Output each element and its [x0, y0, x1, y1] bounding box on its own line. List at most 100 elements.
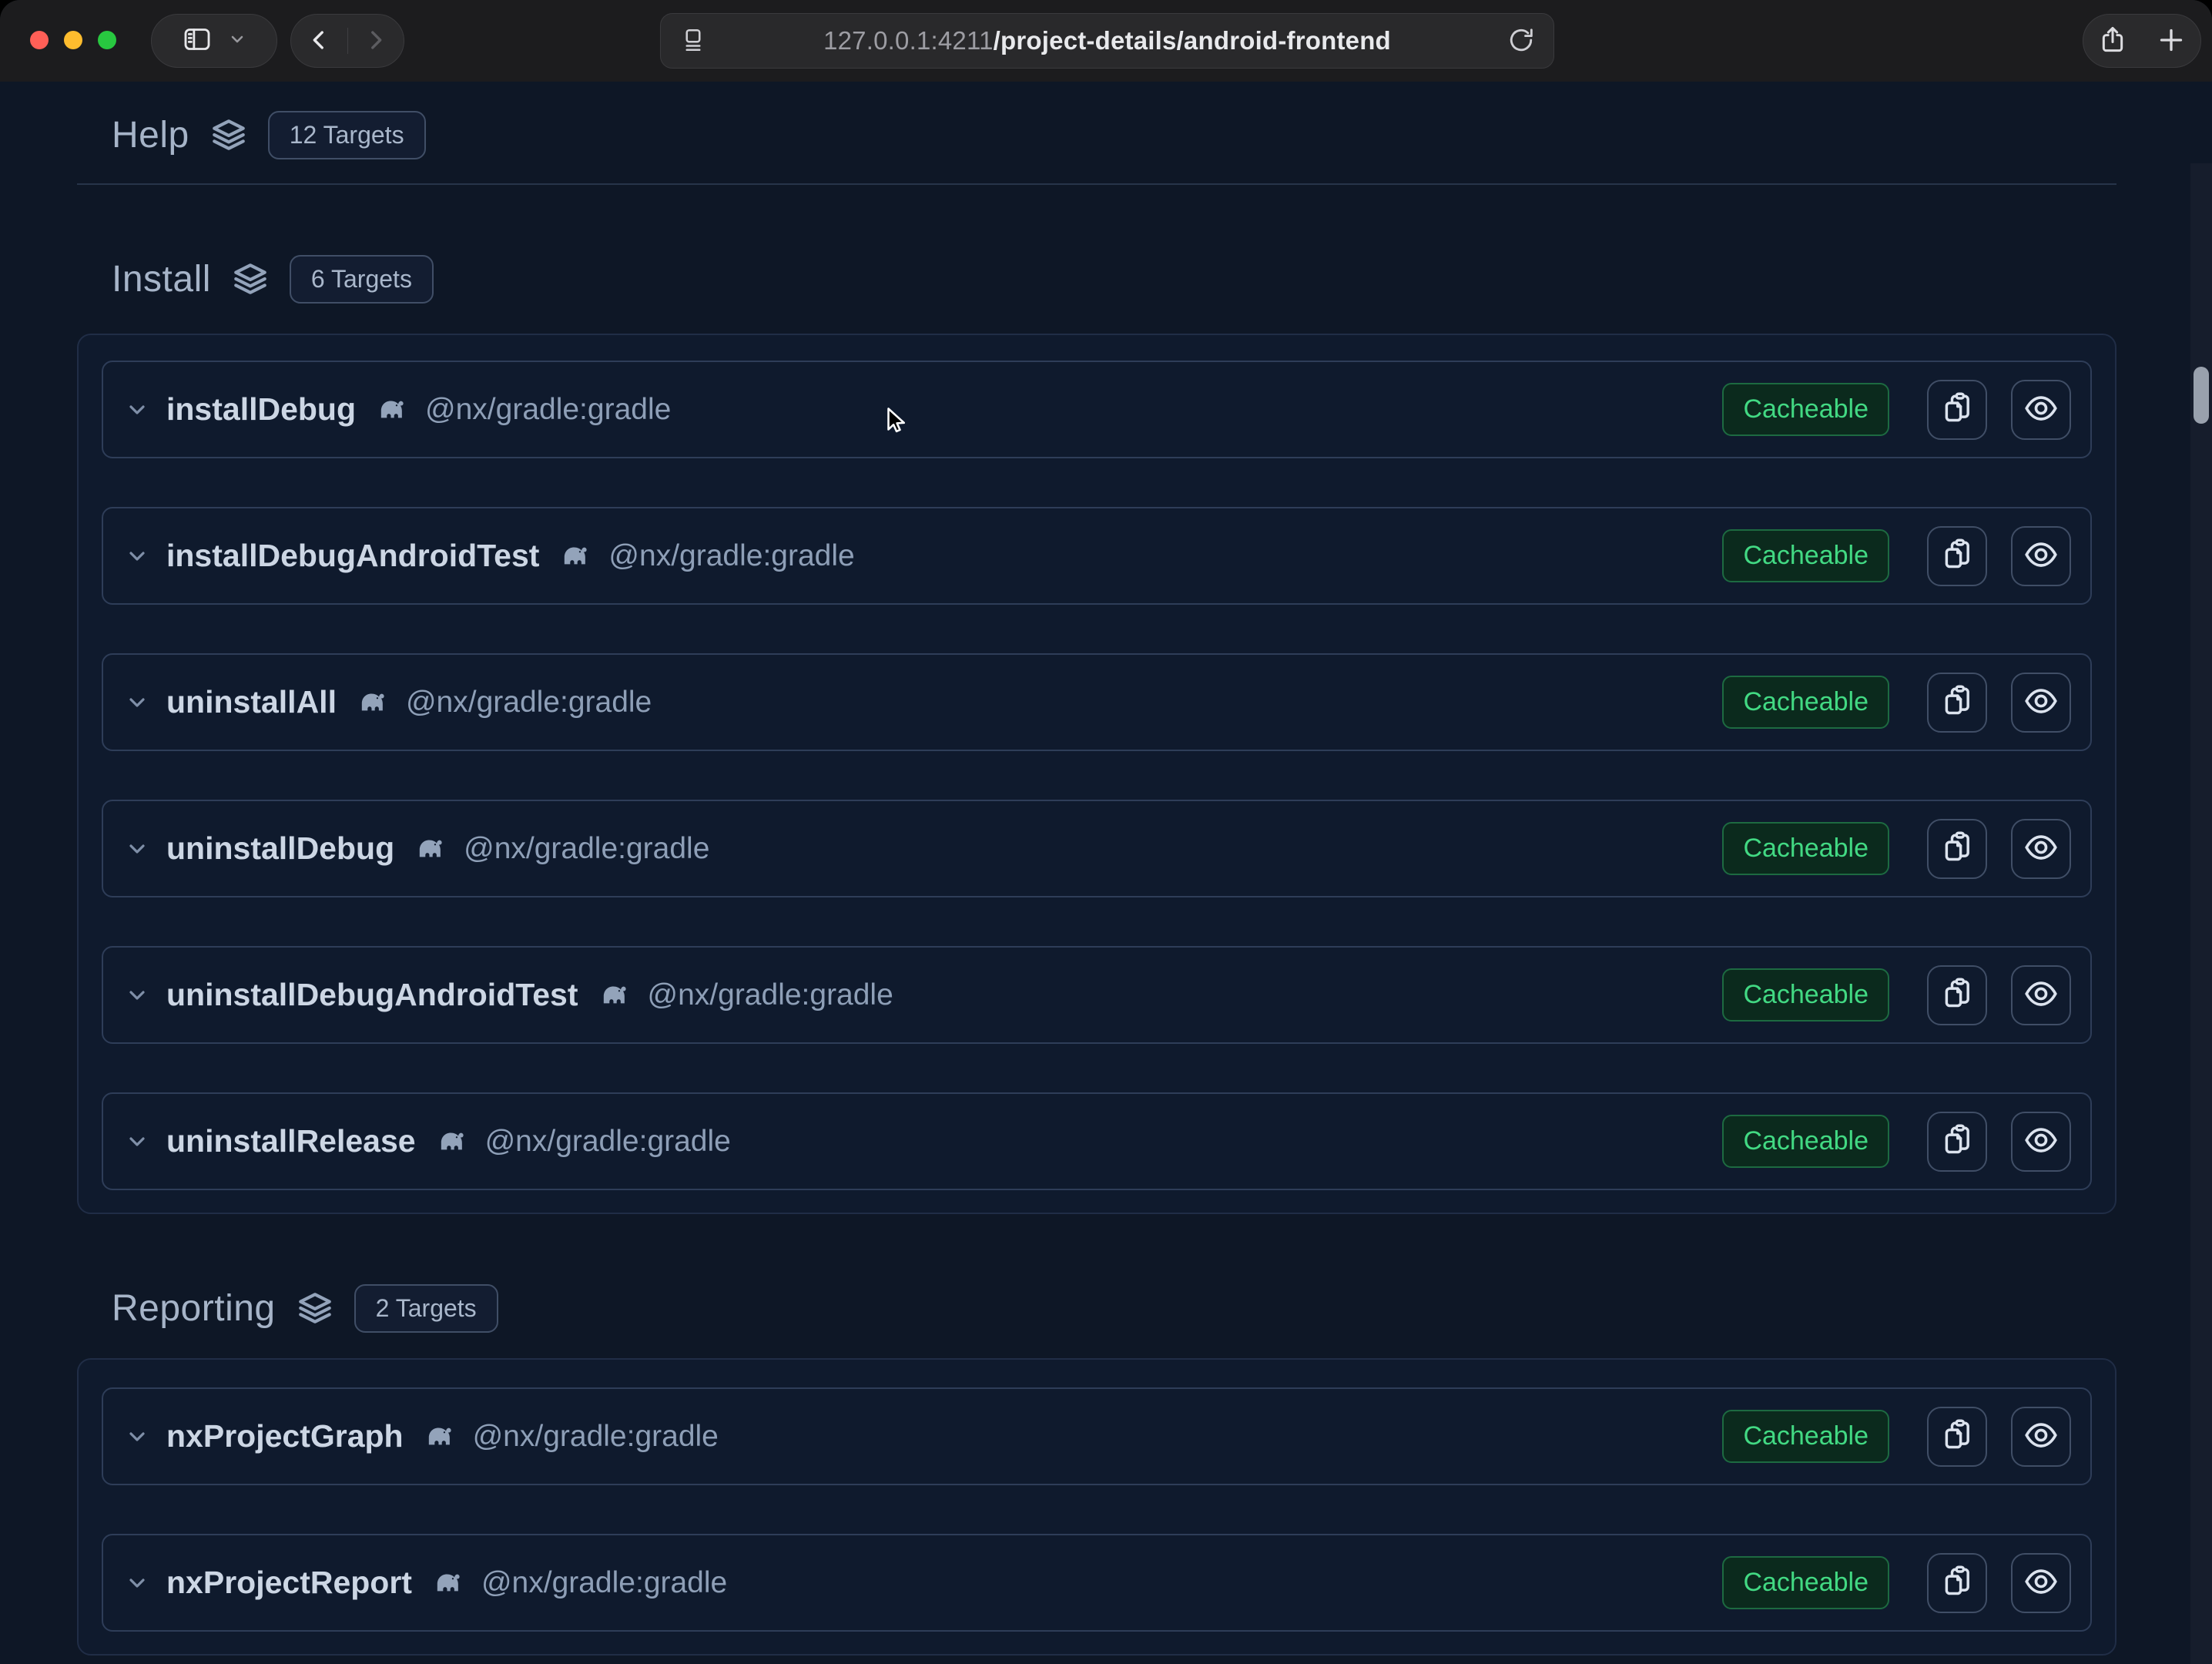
cacheable-badge: Cacheable — [1722, 822, 1889, 875]
target-name: uninstallDebugAndroidTest — [166, 977, 578, 1013]
target-row[interactable]: installDebug @nx/gradle:gradle Cacheable — [102, 361, 2092, 458]
target-group-install: installDebug @nx/gradle:gradle Cacheable… — [77, 334, 2116, 1214]
traffic-lights — [30, 31, 116, 49]
url-path: /project-details/android-frontend — [994, 26, 1391, 55]
toolbar-right-group — [2083, 14, 2201, 68]
targets-count-badge: 6 Targets — [290, 255, 434, 304]
copy-button[interactable] — [1927, 1553, 1987, 1613]
copy-button[interactable] — [1927, 965, 1987, 1025]
layers-icon — [296, 1289, 334, 1327]
chevron-down-icon — [228, 30, 246, 52]
chevron-down-icon[interactable] — [125, 398, 149, 422]
target-row[interactable]: installDebugAndroidTest @nx/gradle:gradl… — [102, 507, 2092, 605]
target-row[interactable]: uninstallDebug @nx/gradle:gradle Cacheab… — [102, 800, 2092, 897]
eye-icon — [2023, 683, 2059, 721]
gradle-icon — [374, 392, 410, 428]
eye-button[interactable] — [2011, 526, 2071, 586]
reload-button[interactable] — [1507, 26, 1535, 56]
scrollbar-track[interactable] — [2190, 163, 2212, 1664]
target-name: uninstallDebug — [166, 830, 394, 867]
url-text: 127.0.0.1:4211/project-details/android-f… — [707, 26, 1507, 55]
chevron-right-icon — [363, 27, 389, 55]
target-row[interactable]: nxProjectReport @nx/gradle:gradle Cachea… — [102, 1534, 2092, 1632]
gradle-icon — [355, 685, 390, 720]
target-runner: @nx/gradle:gradle — [473, 1420, 719, 1454]
target-runner: @nx/gradle:gradle — [608, 539, 854, 573]
cacheable-badge: Cacheable — [1722, 676, 1889, 729]
eye-button[interactable] — [2011, 1407, 2071, 1467]
clipboard-copy-icon — [1939, 391, 1975, 428]
clipboard-copy-icon — [1939, 683, 1975, 721]
target-row[interactable]: uninstallDebugAndroidTest @nx/gradle:gra… — [102, 946, 2092, 1044]
cacheable-badge: Cacheable — [1722, 1556, 1889, 1609]
address-bar[interactable]: 127.0.0.1:4211/project-details/android-f… — [660, 13, 1554, 69]
gradle-icon — [558, 538, 593, 574]
back-button[interactable] — [291, 15, 347, 67]
url-host: 127.0.0.1:4211 — [823, 26, 994, 55]
eye-button[interactable] — [2011, 965, 2071, 1025]
eye-button[interactable] — [2011, 1553, 2071, 1613]
sidebar-toggle-button[interactable] — [151, 14, 277, 68]
layers-icon — [209, 116, 248, 154]
forward-button[interactable] — [348, 15, 404, 67]
cacheable-badge: Cacheable — [1722, 1410, 1889, 1463]
clipboard-copy-icon — [1939, 976, 1975, 1014]
clipboard-copy-icon — [1939, 1564, 1975, 1602]
cacheable-badge: Cacheable — [1722, 968, 1889, 1022]
eye-icon — [2023, 1564, 2059, 1602]
page-settings-icon — [679, 26, 707, 56]
target-row[interactable]: nxProjectGraph @nx/gradle:gradle Cacheab… — [102, 1387, 2092, 1485]
browser-toolbar: 127.0.0.1:4211/project-details/android-f… — [0, 0, 2212, 82]
target-row[interactable]: uninstallAll @nx/gradle:gradle Cacheable — [102, 653, 2092, 751]
zoom-window-button[interactable] — [98, 31, 116, 49]
target-runner: @nx/gradle:gradle — [485, 1125, 731, 1159]
chevron-down-icon[interactable] — [125, 1129, 149, 1154]
chevron-down-icon[interactable] — [125, 1571, 149, 1595]
eye-button[interactable] — [2011, 1112, 2071, 1172]
new-tab-button[interactable] — [2156, 25, 2187, 58]
chevron-down-icon[interactable] — [125, 837, 149, 861]
chevron-down-icon[interactable] — [125, 983, 149, 1008]
target-runner: @nx/gradle:gradle — [425, 393, 671, 427]
eye-button[interactable] — [2011, 380, 2071, 440]
copy-button[interactable] — [1927, 380, 1987, 440]
gradle-icon — [431, 1565, 466, 1601]
section-title: Help — [112, 114, 189, 156]
targets-count-badge: 12 Targets — [268, 111, 426, 159]
target-name: installDebug — [166, 391, 356, 428]
share-button[interactable] — [2097, 25, 2128, 58]
chevron-down-icon[interactable] — [125, 1424, 149, 1449]
target-runner: @nx/gradle:gradle — [464, 832, 709, 866]
close-window-button[interactable] — [30, 31, 49, 49]
target-name: uninstallAll — [166, 684, 337, 720]
section-divider — [77, 183, 2116, 185]
target-name: nxProjectReport — [166, 1565, 412, 1601]
eye-button[interactable] — [2011, 819, 2071, 879]
clipboard-copy-icon — [1939, 537, 1975, 575]
scrollbar-thumb[interactable] — [2194, 367, 2209, 424]
copy-button[interactable] — [1927, 1407, 1987, 1467]
chevron-down-icon[interactable] — [125, 690, 149, 715]
browser-window: 127.0.0.1:4211/project-details/android-f… — [0, 0, 2212, 1664]
copy-button[interactable] — [1927, 673, 1987, 733]
chevron-down-icon[interactable] — [125, 544, 149, 569]
target-row[interactable]: uninstallRelease @nx/gradle:gradle Cache… — [102, 1092, 2092, 1190]
eye-icon — [2023, 976, 2059, 1014]
copy-button[interactable] — [1927, 819, 1987, 879]
page-settings-button[interactable] — [679, 26, 707, 56]
section-heading-install: Install 6 Targets — [77, 254, 2116, 304]
clipboard-copy-icon — [1939, 1122, 1975, 1160]
copy-button[interactable] — [1927, 1112, 1987, 1172]
target-runner: @nx/gradle:gradle — [481, 1566, 727, 1600]
target-runner: @nx/gradle:gradle — [648, 978, 893, 1012]
target-name: installDebugAndroidTest — [166, 538, 539, 574]
copy-button[interactable] — [1927, 526, 1987, 586]
target-runner: @nx/gradle:gradle — [406, 686, 652, 720]
cacheable-badge: Cacheable — [1722, 383, 1889, 436]
minimize-window-button[interactable] — [64, 31, 82, 49]
target-group-reporting: nxProjectGraph @nx/gradle:gradle Cacheab… — [77, 1358, 2116, 1656]
gradle-icon — [413, 831, 448, 867]
nav-buttons — [290, 14, 404, 68]
eye-button[interactable] — [2011, 673, 2071, 733]
reload-icon — [1507, 26, 1535, 56]
